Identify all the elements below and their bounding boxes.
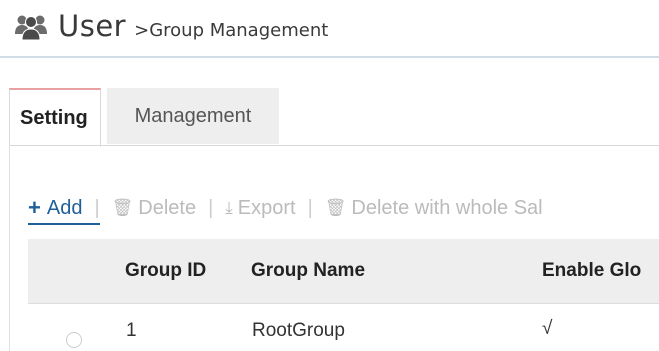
cell-group-name: RootGroup: [252, 320, 345, 341]
delete-whole-label: Delete with whole Sal: [351, 196, 543, 219]
page-header: User >Group Management: [14, 6, 328, 46]
add-underline: [28, 223, 100, 225]
export-label: Export: [237, 196, 296, 219]
cell-group-id: 1: [126, 320, 137, 341]
toolbar: + Add | 🗑 Delete | ⤓ Export | 🗑 Delete w…: [28, 192, 543, 225]
tab-management[interactable]: Management: [107, 88, 279, 144]
row-select-radio[interactable]: [66, 332, 82, 348]
separator: |: [208, 196, 214, 219]
add-label: Add: [46, 196, 83, 219]
tab-bar: Setting Management: [9, 88, 279, 147]
users-icon: [15, 15, 47, 40]
column-header-enable-global[interactable]: Enable Glo: [542, 239, 641, 303]
trash-icon: 🗑: [111, 198, 134, 217]
header-divider: [0, 56, 659, 58]
tab-setting[interactable]: Setting: [9, 88, 101, 147]
column-header-group-id[interactable]: Group ID: [125, 239, 206, 303]
panel-border: [9, 145, 10, 351]
check-mark-icon: √: [542, 318, 553, 339]
page-title: User: [58, 9, 127, 43]
table-header: Group ID Group Name Enable Glo: [28, 239, 659, 303]
download-icon: ⤓: [225, 198, 233, 217]
delete-label: Delete: [138, 196, 197, 219]
export-button[interactable]: ⤓ Export: [225, 197, 295, 220]
trash-icon: 🗑: [324, 198, 347, 217]
plus-icon: +: [28, 195, 41, 220]
add-button[interactable]: + Add: [28, 195, 100, 225]
table-row-divider: [28, 303, 659, 304]
breadcrumb: >Group Management: [134, 19, 329, 41]
tab-divider: [9, 145, 659, 146]
separator: |: [94, 196, 100, 219]
delete-with-whole-button[interactable]: 🗑 Delete with whole Sal: [325, 197, 543, 220]
column-header-group-name[interactable]: Group Name: [251, 239, 365, 303]
separator: |: [307, 196, 313, 219]
delete-button[interactable]: 🗑 Delete: [112, 197, 196, 220]
